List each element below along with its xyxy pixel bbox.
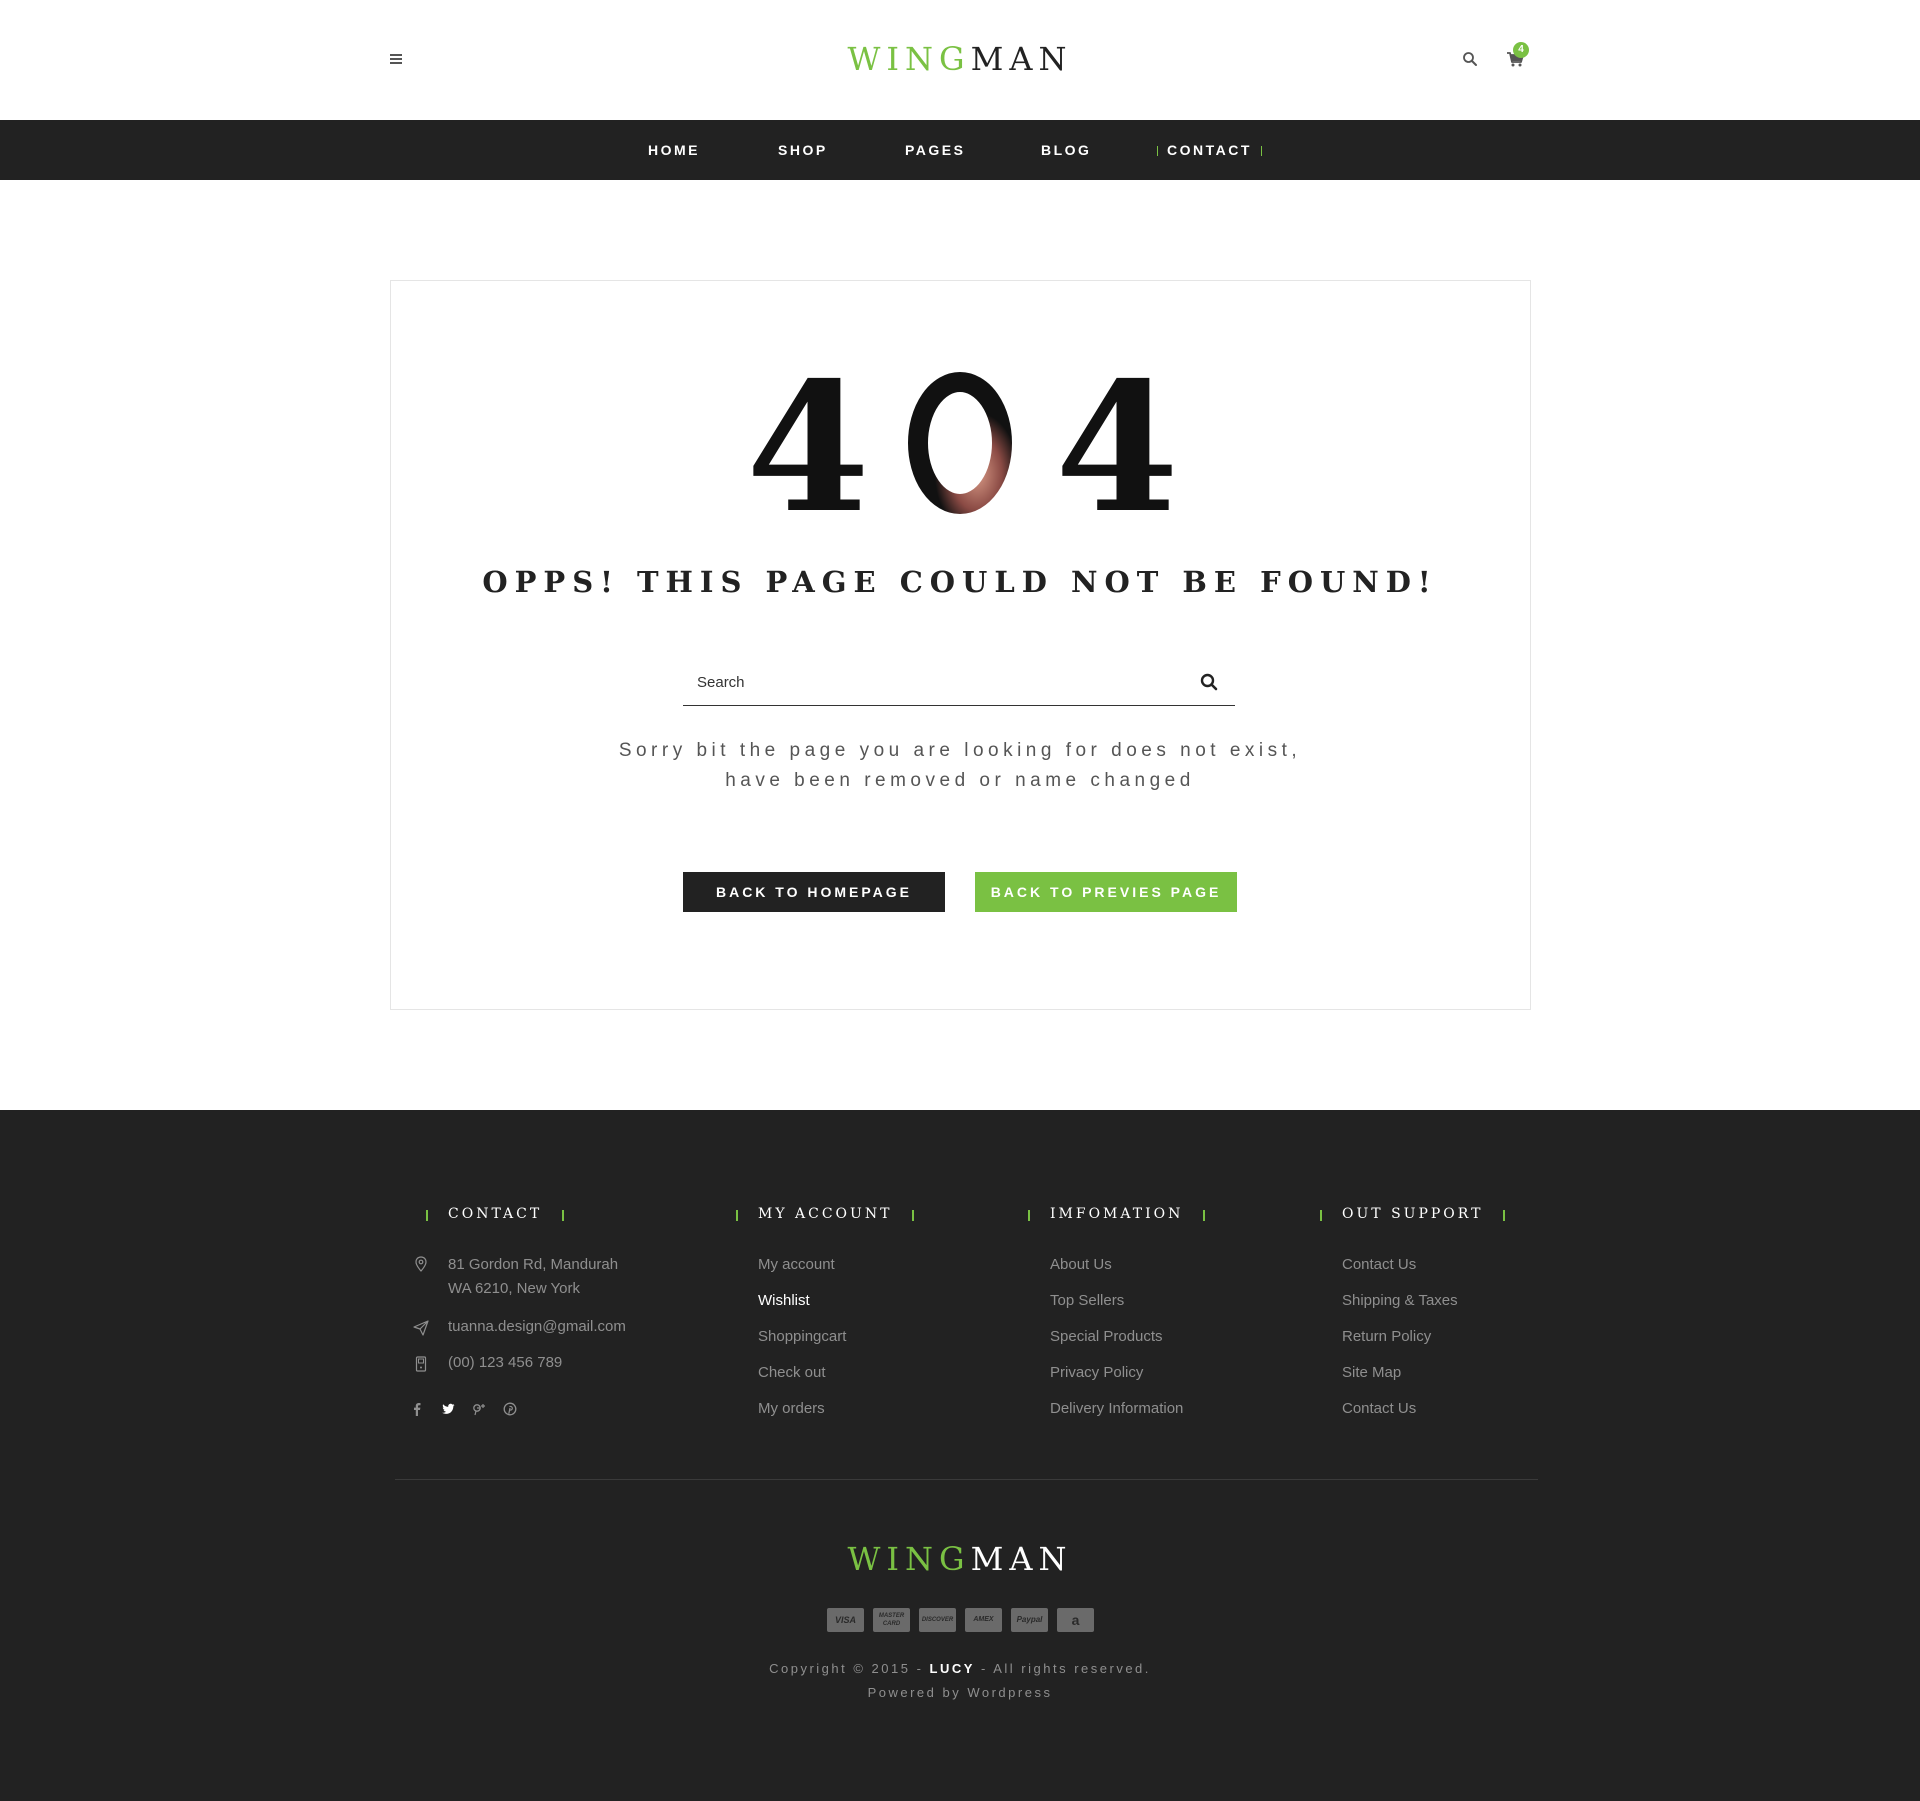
pinterest-icon[interactable]: [503, 1402, 517, 1416]
powered-by: Powered by Wordpress: [867, 1685, 1053, 1700]
contact-address-line-2: WA 6210, New York: [448, 1280, 581, 1297]
nav-pages[interactable]: PAGES: [905, 120, 965, 180]
back-to-homepage-button[interactable]: BACK TO HOMEPAGE: [683, 872, 945, 912]
nav-shop[interactable]: SHOP: [778, 120, 828, 180]
footer-divider: [395, 1479, 1538, 1480]
footer-information-heading: IMFOMATION: [1028, 1206, 1206, 1222]
site-logo[interactable]: WINGMAN: [0, 40, 1920, 78]
payment-mastercard: MASTER CARD: [873, 1608, 910, 1632]
footer-link-delivery-information[interactable]: Delivery Information: [1050, 1400, 1183, 1417]
search-icon[interactable]: [1199, 672, 1219, 692]
back-to-previous-page-button[interactable]: BACK TO PREVIES PAGE: [975, 872, 1237, 912]
contact-phone: (00) 123 456 789: [448, 1354, 563, 1371]
footer-support-heading: OUT SUPPORT: [1320, 1206, 1506, 1222]
logo-rest: MAN: [970, 40, 1073, 78]
error-message-line-2: have been removed or name changed: [725, 770, 1195, 791]
footer-contact-heading: CONTACT: [426, 1206, 565, 1222]
digit-4-right: 4: [1055, 360, 1179, 520]
copyright-line: Copyright © 2015 - LUCY - All rights res…: [769, 1661, 1151, 1676]
footer-link-my-orders[interactable]: My orders: [758, 1400, 825, 1417]
footer-link-special-products[interactable]: Special Products: [1050, 1328, 1163, 1345]
search-box: [683, 660, 1235, 706]
contact-address-line-1: 81 Gordon Rd, Mandurah: [448, 1256, 619, 1273]
search-input[interactable]: [697, 668, 1177, 696]
payment-amex: AMEX: [965, 1608, 1002, 1632]
phone-icon: [415, 1356, 427, 1372]
main-nav: HOME SHOP PAGES BLOG CONTACT: [0, 120, 1920, 180]
footer-link-shipping-taxes[interactable]: Shipping & Taxes: [1342, 1292, 1458, 1309]
location-icon: [415, 1256, 427, 1272]
facebook-icon[interactable]: [410, 1402, 424, 1416]
footer-link-return-policy[interactable]: Return Policy: [1342, 1328, 1431, 1345]
digit-0: [908, 372, 1012, 514]
payment-amazon: a: [1057, 1608, 1094, 1632]
site-footer: CONTACT 81 Gordon Rd, Mandurah WA 6210, …: [0, 1110, 1920, 1801]
contact-email-link[interactable]: tuanna.design@gmail.com: [448, 1318, 626, 1335]
footer-logo-rest: MAN: [970, 1540, 1073, 1578]
payment-visa: VISA: [827, 1608, 864, 1632]
logo-accent: WING: [847, 40, 971, 78]
error-title: OPPS! THIS PAGE COULD NOT BE FOUND!: [482, 565, 1438, 599]
footer-link-contact-us-2[interactable]: Contact Us: [1342, 1400, 1416, 1417]
footer-logo[interactable]: WINGMAN: [0, 1540, 1920, 1578]
nav-home[interactable]: HOME: [648, 120, 700, 180]
footer-link-top-sellers[interactable]: Top Sellers: [1050, 1292, 1124, 1309]
footer-link-site-map[interactable]: Site Map: [1342, 1364, 1401, 1381]
cart-count-badge: 4: [1513, 42, 1529, 58]
nav-blog[interactable]: BLOG: [1041, 120, 1091, 180]
footer-link-contact-us[interactable]: Contact Us: [1342, 1256, 1416, 1273]
footer-link-about-us[interactable]: About Us: [1050, 1256, 1112, 1273]
payment-discover: DISCOVER: [919, 1608, 956, 1632]
error-code-404: 4 4: [746, 360, 1179, 520]
error-message-line-1: Sorry bit the page you are looking for d…: [618, 740, 1302, 761]
footer-account-heading: MY ACCOUNT: [736, 1206, 915, 1222]
copyright-brand[interactable]: LUCY: [930, 1661, 975, 1676]
footer-link-privacy-policy[interactable]: Privacy Policy: [1050, 1364, 1143, 1381]
footer-link-shoppingcart[interactable]: Shoppingcart: [758, 1328, 846, 1345]
footer-logo-accent: WING: [847, 1540, 971, 1578]
google-plus-icon[interactable]: [472, 1402, 486, 1416]
nav-contact[interactable]: CONTACT: [1157, 120, 1262, 180]
footer-link-my-account[interactable]: My account: [758, 1256, 835, 1273]
search-icon[interactable]: [1462, 51, 1478, 67]
twitter-icon[interactable]: [441, 1402, 455, 1416]
send-icon: [413, 1320, 429, 1336]
footer-link-wishlist[interactable]: Wishlist: [758, 1292, 810, 1309]
payment-paypal: Paypal: [1011, 1608, 1048, 1632]
top-header: WINGMAN 4: [0, 0, 1920, 120]
digit-4-left: 4: [746, 360, 870, 520]
footer-link-check-out[interactable]: Check out: [758, 1364, 826, 1381]
